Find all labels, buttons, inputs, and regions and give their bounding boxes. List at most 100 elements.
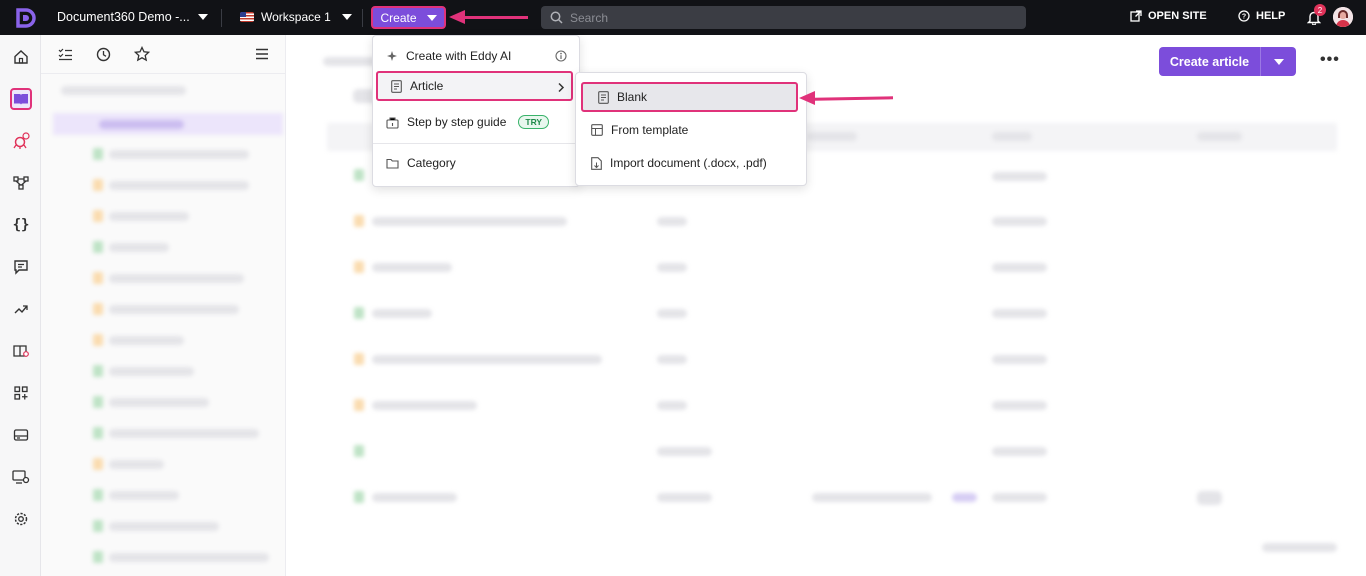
blurred-text [109,367,194,376]
submenu-item-label: Blank [617,90,648,104]
blurred-text [812,493,932,502]
create-article-dropdown-toggle[interactable] [1261,58,1296,65]
chevron-down-icon [341,14,352,20]
blurred-text [992,447,1047,456]
feedback-comment-icon[interactable] [10,256,32,278]
blurred-text [372,217,567,226]
knowledge-base-icon[interactable] [10,340,32,362]
submenu-item-blank[interactable]: Blank [581,82,798,112]
blurred-text [992,132,1032,141]
help-link[interactable]: ? HELP [1238,10,1285,22]
tree-item-icon [93,272,103,284]
portal-settings-icon[interactable] [10,466,32,488]
eddy-ai-icon[interactable] [10,130,32,152]
top-navigation-bar: Document360 Demo -... Workspace 1 Create… [0,0,1366,35]
row-icon [354,261,364,273]
blurred-text [657,355,687,364]
blurred-text [992,355,1047,364]
blurred-text [372,309,432,318]
blurred-text [109,274,244,283]
home-icon[interactable] [10,46,32,68]
blurred-text [1262,543,1337,552]
search-icon [550,11,563,24]
blurred-text [657,447,712,456]
tree-item-icon [93,303,103,315]
chevron-right-icon [558,82,565,93]
blurred-text [657,493,712,502]
open-site-link[interactable]: OPEN SITE [1130,10,1207,22]
svg-text:?: ? [1242,14,1246,21]
blurred-text [109,150,249,159]
submenu-item-from-template[interactable]: From template [576,115,806,145]
checklist-icon[interactable] [58,48,73,61]
analytics-chart-icon[interactable] [10,298,32,320]
tree-item-icon [93,551,103,563]
search-input[interactable] [570,10,990,25]
blurred-text [952,493,977,502]
blurred-text [109,522,219,531]
create-article-split-button: Create article [1159,47,1296,76]
sparkle-icon [387,51,397,61]
help-label: HELP [1256,10,1286,22]
row-icon [354,307,364,319]
submenu-item-label: From template [611,123,689,137]
create-button[interactable]: Create [371,6,446,29]
project-selector[interactable]: Document360 Demo -... [57,10,208,24]
settings-gear-icon[interactable] [10,508,32,530]
user-avatar[interactable] [1333,7,1353,27]
menu-item-step-by-step-guide[interactable]: Step by step guide TRY [373,107,579,137]
menu-item-label: Create with Eddy AI [406,49,512,63]
blurred-text [109,181,249,190]
hamburger-menu-icon[interactable] [255,48,269,60]
chevron-down-icon [197,14,208,20]
widget-icon[interactable] [10,424,32,446]
blurred-text [372,355,602,364]
blurred-text [992,493,1047,502]
submenu-item-import-document[interactable]: Import document (.docx, .pdf) [576,148,806,178]
blurred-text [109,336,184,345]
blurred-text [109,212,189,221]
document-icon [391,79,402,93]
menu-item-article[interactable]: Article [376,71,573,101]
template-icon [591,124,603,136]
workspace-selector[interactable]: Workspace 1 [240,10,352,24]
row-icon [354,215,364,227]
blurred-text [372,401,477,410]
document360-logo-icon[interactable] [14,7,36,29]
menu-item-create-with-eddy-ai[interactable]: Create with Eddy AI [373,41,579,71]
blurred-text [109,491,179,500]
integrations-grid-icon[interactable] [10,382,32,404]
blurred-text [109,429,259,438]
submenu-item-label: Import document (.docx, .pdf) [610,156,767,170]
blurred-text [61,86,186,95]
tree-item-icon [93,365,103,377]
create-article-button[interactable]: Create article [1159,55,1260,69]
blurred-text [372,493,457,502]
menu-item-category[interactable]: Category [373,148,579,178]
tree-item-icon [93,334,103,346]
search-bar[interactable] [541,6,1026,29]
blurred-text [657,217,687,226]
blurred-text [109,243,169,252]
menu-item-label: Step by step guide [407,115,507,129]
star-icon[interactable] [134,46,150,62]
blurred-text [992,401,1047,410]
external-link-icon [1130,10,1142,22]
blurred-text [1197,132,1242,141]
more-options-icon[interactable]: ••• [1320,52,1340,68]
blurred-text [109,398,209,407]
blurred-text [992,309,1047,318]
blurred-text [109,460,164,469]
tree-item-icon [93,520,103,532]
row-icon [354,353,364,365]
api-braces-icon[interactable]: {} [10,214,32,236]
tree-item-icon [93,210,103,222]
divider [362,9,363,27]
blurred-text [992,263,1047,272]
documentation-book-icon[interactable] [10,88,32,110]
recent-clock-icon[interactable] [96,47,111,62]
folder-icon [386,158,399,169]
workflow-icon[interactable] [10,172,32,194]
info-icon[interactable] [555,50,567,62]
blurred-text [807,132,857,141]
